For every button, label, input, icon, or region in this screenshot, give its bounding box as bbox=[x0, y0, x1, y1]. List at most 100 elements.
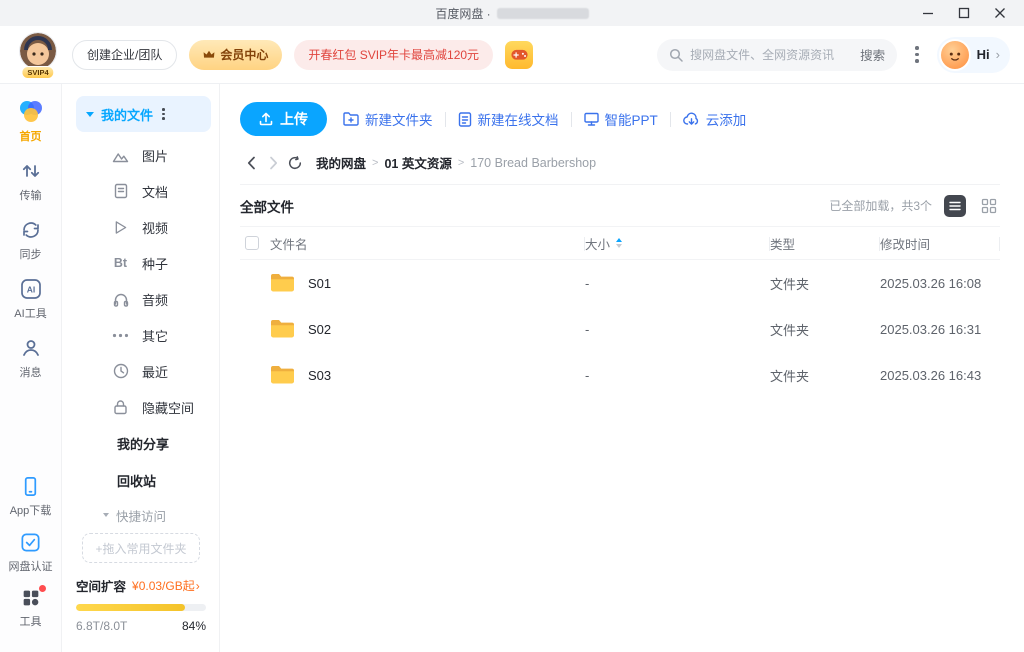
column-header-modified[interactable]: 修改时间 bbox=[880, 227, 1000, 259]
new-online-doc-label: 新建在线文档 bbox=[478, 109, 559, 129]
breadcrumb-item[interactable]: 01 英文资源 bbox=[384, 153, 451, 172]
sidebar-item-my-shares[interactable]: 我的分享 bbox=[76, 425, 211, 462]
redacted-username bbox=[497, 8, 589, 19]
sidebar-item-label: 种子 bbox=[142, 254, 168, 273]
audio-icon bbox=[113, 292, 129, 307]
grid-view-toggle[interactable] bbox=[978, 195, 1000, 217]
storage-info: 6.8T/8.0T 84% bbox=[76, 619, 206, 633]
breadcrumb-item[interactable]: 我的网盘 bbox=[316, 153, 366, 172]
sync-icon bbox=[19, 218, 43, 242]
chevron-right-icon: › bbox=[996, 47, 1000, 62]
titlebar[interactable]: 百度网盘 · bbox=[0, 0, 1024, 26]
more-menu-icon[interactable] bbox=[909, 42, 925, 67]
close-button[interactable] bbox=[982, 0, 1018, 26]
search-input[interactable] bbox=[690, 48, 853, 62]
certification-icon bbox=[19, 531, 42, 554]
cloud-add-button[interactable]: 云添加 bbox=[683, 109, 747, 129]
file-name[interactable]: S02 bbox=[308, 322, 331, 337]
account-avatar[interactable]: SVIP4 bbox=[16, 31, 60, 79]
promo-banner[interactable]: 开春红包 SVIP年卡最高减120元 bbox=[294, 40, 493, 70]
app-body: 首页 传输 同步 AI AI工具 bbox=[0, 84, 1024, 652]
expand-storage-link[interactable]: 空间扩容 ¥0.03/GB起 › bbox=[76, 576, 211, 595]
svg-text:AI: AI bbox=[26, 285, 35, 295]
chevron-right-icon bbox=[269, 156, 278, 170]
rail-label: AI工具 bbox=[14, 305, 46, 321]
member-center-button[interactable]: 会员中心 bbox=[189, 40, 282, 70]
table-row[interactable]: S02 - 文件夹 2025.03.26 16:31 bbox=[240, 306, 1000, 352]
file-modified: 2025.03.26 16:43 bbox=[880, 368, 1000, 383]
file-name[interactable]: S03 bbox=[308, 368, 331, 383]
column-header-name[interactable]: 文件名 bbox=[270, 227, 585, 259]
storage-used-label: 6.8T/8.0T bbox=[76, 619, 127, 633]
search-box[interactable]: 搜索 bbox=[657, 39, 897, 71]
minimize-button[interactable] bbox=[910, 0, 946, 26]
new-online-doc-button[interactable]: 新建在线文档 bbox=[458, 109, 559, 129]
refresh-button[interactable] bbox=[284, 156, 306, 170]
videos-icon bbox=[114, 220, 127, 235]
app-title-text: 百度网盘 · bbox=[435, 5, 490, 22]
sidebar-item-others[interactable]: 其它 bbox=[76, 317, 211, 353]
toolbar-divider bbox=[445, 112, 446, 127]
column-header-size[interactable]: 大小 bbox=[585, 227, 770, 259]
file-modified: 2025.03.26 16:08 bbox=[880, 276, 1000, 291]
file-type: 文件夹 bbox=[770, 366, 880, 385]
rail-item-ai-tools[interactable]: AI AI工具 bbox=[14, 277, 46, 321]
sidebar-item-label: 文档 bbox=[142, 182, 168, 201]
sidebar-item-audio[interactable]: 音频 bbox=[76, 281, 211, 317]
forward-button[interactable] bbox=[262, 156, 284, 170]
account-avatar-image bbox=[19, 32, 57, 70]
rail-item-tools[interactable]: 工具 bbox=[20, 587, 42, 629]
search-button[interactable]: 搜索 bbox=[860, 45, 885, 64]
breadcrumb-separator: > bbox=[458, 157, 464, 169]
game-icon[interactable] bbox=[505, 41, 533, 69]
smart-ppt-button[interactable]: 智能PPT bbox=[584, 109, 658, 129]
sort-icon[interactable] bbox=[616, 238, 622, 248]
maximize-icon bbox=[958, 7, 970, 19]
sidebar-item-videos[interactable]: 视频 bbox=[76, 209, 211, 245]
table-row[interactable]: S01 - 文件夹 2025.03.26 16:08 bbox=[240, 260, 1000, 306]
user-avatar bbox=[939, 39, 971, 71]
sidebar-item-documents[interactable]: 文档 bbox=[76, 173, 211, 209]
sidebar-item-pictures[interactable]: 图片 bbox=[76, 137, 211, 173]
nav-rail: 首页 传输 同步 AI AI工具 bbox=[0, 84, 62, 652]
storage-progress-fill bbox=[76, 604, 185, 611]
sidebar-item-recycle-bin[interactable]: 回收站 bbox=[76, 462, 211, 499]
maximize-button[interactable] bbox=[946, 0, 982, 26]
rail-item-sync[interactable]: 同步 bbox=[19, 218, 43, 262]
rail-item-home[interactable]: 首页 bbox=[18, 98, 44, 144]
rail-label: 同步 bbox=[20, 246, 42, 262]
tools-icon-wrap bbox=[20, 587, 42, 609]
sidebar-item-quick-access[interactable]: 快捷访问 bbox=[76, 499, 211, 531]
new-folder-button[interactable]: 新建文件夹 bbox=[343, 109, 433, 129]
rail-item-app-download[interactable]: App下载 bbox=[10, 475, 52, 518]
back-button[interactable] bbox=[240, 156, 262, 170]
sidebar-item-torrents[interactable]: Bt 种子 bbox=[76, 245, 211, 281]
drag-folder-dropzone[interactable]: +拖入常用文件夹 bbox=[82, 533, 200, 563]
file-type: 文件夹 bbox=[770, 320, 880, 339]
list-view-toggle[interactable] bbox=[944, 195, 966, 217]
ai-tools-icon: AI bbox=[19, 277, 43, 301]
expand-storage-price: ¥0.03/GB起 › bbox=[132, 577, 200, 594]
select-all-checkbox[interactable] bbox=[245, 236, 259, 250]
column-header-type[interactable]: 类型 bbox=[770, 227, 880, 259]
clock-icon bbox=[113, 363, 129, 379]
section-title: 全部文件 bbox=[240, 196, 294, 216]
upload-button[interactable]: 上传 bbox=[240, 102, 327, 136]
sidebar-item-my-files[interactable]: 我的文件 bbox=[76, 96, 211, 132]
breadcrumb: 我的网盘 > 01 英文资源 > 170 Bread Barbershop bbox=[316, 153, 596, 172]
sidebar-item-recent[interactable]: 最近 bbox=[76, 353, 211, 389]
file-name[interactable]: S01 bbox=[308, 276, 331, 291]
load-status: 已全部加载，共3个 bbox=[829, 197, 932, 214]
my-files-menu-icon[interactable] bbox=[162, 108, 165, 120]
sidebar-item-label: 音频 bbox=[142, 290, 168, 309]
file-size: - bbox=[585, 322, 770, 337]
table-row[interactable]: S03 - 文件夹 2025.03.26 16:43 bbox=[240, 352, 1000, 398]
rail-item-transfer[interactable]: 传输 bbox=[19, 159, 43, 203]
rail-item-messages[interactable]: 消息 bbox=[19, 336, 43, 380]
sidebar-item-hidden-space[interactable]: 隐藏空间 bbox=[76, 389, 211, 425]
rail-item-certification[interactable]: 网盘认证 bbox=[9, 531, 53, 574]
create-team-button[interactable]: 创建企业/团队 bbox=[72, 40, 177, 70]
rail-label: 首页 bbox=[20, 128, 42, 144]
user-profile[interactable]: Hi › bbox=[937, 37, 1010, 73]
caret-down-icon bbox=[86, 112, 94, 117]
